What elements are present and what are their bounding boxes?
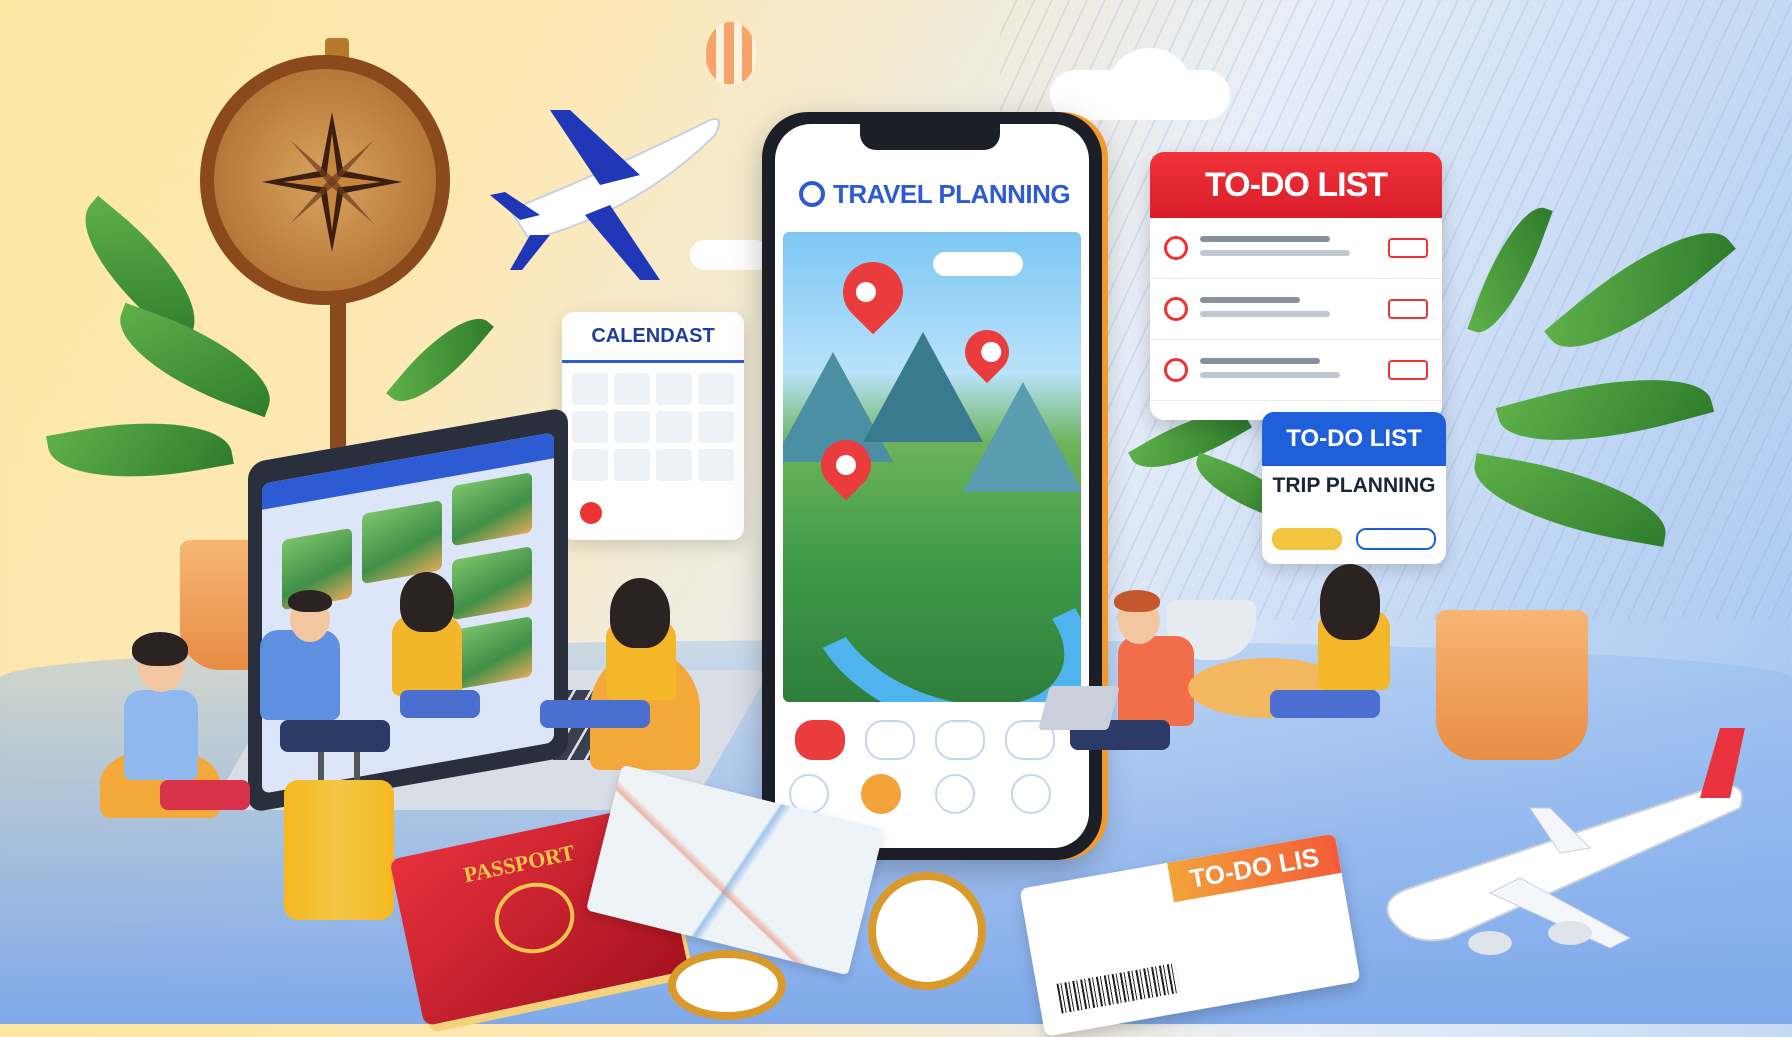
person-torso (1118, 636, 1194, 726)
cloud (1110, 48, 1190, 118)
airplane-icon (1386, 728, 1745, 955)
laptop-icon (1038, 686, 1120, 730)
cloud (933, 252, 1023, 276)
calendar-card[interactable]: CALENDAST (562, 312, 744, 540)
todo-text (1200, 297, 1300, 303)
map-pin-icon[interactable] (830, 249, 916, 335)
nav-icon-2[interactable] (861, 774, 901, 814)
person-hair (1320, 564, 1380, 640)
mountain (963, 382, 1081, 492)
calendar-day[interactable] (656, 449, 692, 481)
calendar-title: CALENDAST (562, 312, 744, 363)
person-hair (400, 572, 454, 632)
calendar-day[interactable] (572, 411, 608, 443)
person-legs (400, 690, 480, 718)
person-legs (160, 780, 250, 810)
calendar-day[interactable] (656, 373, 692, 405)
todo-text (1200, 250, 1350, 256)
suitcase-icon (284, 780, 394, 920)
calendar-day[interactable] (698, 373, 734, 405)
todo-item[interactable] (1150, 279, 1442, 340)
phone-screen: TRAVEL PLANNING (775, 124, 1089, 848)
nav-button-tickets[interactable] (865, 720, 915, 760)
nav-icon-4[interactable] (1011, 774, 1051, 814)
todo-title: TO-DO LIST (1150, 152, 1442, 218)
todo-tag[interactable] (1388, 238, 1428, 258)
todo-item[interactable] (1150, 218, 1442, 279)
nav-button-search[interactable] (935, 720, 985, 760)
person-hair (132, 632, 188, 666)
plant-leaf (46, 404, 234, 496)
person-hair (1114, 590, 1160, 612)
trip-card-subtitle: TRIP PLANNING (1272, 474, 1436, 497)
todo-tag[interactable] (1388, 360, 1428, 380)
calendar-day[interactable] (698, 449, 734, 481)
person-torso (124, 690, 198, 780)
calendar-day[interactable] (572, 449, 608, 481)
todo-text (1200, 372, 1340, 378)
search-icon[interactable] (799, 181, 825, 207)
map-view[interactable] (783, 232, 1081, 702)
photo-thumbnail[interactable] (452, 616, 532, 691)
airplane-icon (490, 110, 720, 280)
trip-action-button[interactable] (1272, 528, 1342, 550)
photo-thumbnail[interactable] (452, 546, 532, 621)
compass-star-icon (262, 112, 402, 252)
todo-tag[interactable] (1388, 299, 1428, 319)
person-hair (288, 590, 332, 612)
calendar-day[interactable] (614, 373, 650, 405)
passport-seal (488, 875, 581, 961)
app-title: TRAVEL PLANNING (833, 178, 1071, 209)
river (783, 487, 1081, 702)
checkbox-icon[interactable] (1164, 297, 1188, 321)
nav-icon-3[interactable] (935, 774, 975, 814)
calendar-day[interactable] (614, 449, 650, 481)
todo-card[interactable]: TO-DO LIST (1150, 152, 1442, 420)
barcode-icon (1056, 963, 1180, 1014)
todo-text (1200, 311, 1330, 317)
checkbox-icon[interactable] (1164, 358, 1188, 382)
todo-item[interactable] (1150, 340, 1442, 401)
calendar-marker-icon (580, 502, 602, 524)
phone-notch (860, 124, 1000, 150)
passport-label: PASSPORT (461, 839, 577, 888)
calendar-grid (562, 363, 744, 491)
phone-header: TRAVEL PLANNING (775, 164, 1089, 224)
calendar-day[interactable] (656, 411, 692, 443)
person-legs (540, 700, 650, 728)
trip-card-title: TO-DO LIST (1262, 412, 1446, 466)
plant-leaf (386, 301, 494, 419)
compass-icon (668, 950, 786, 1020)
todo-text (1200, 358, 1320, 364)
balloon-icon (706, 22, 756, 84)
person-legs (1270, 690, 1380, 718)
todo-text (1200, 236, 1330, 242)
plant-leaf (104, 302, 286, 418)
compass-icon (868, 872, 986, 990)
checkbox-icon[interactable] (1164, 236, 1188, 260)
trip-card[interactable]: TO-DO LIST TRIP PLANNING (1262, 412, 1446, 564)
person-legs (280, 720, 390, 752)
calendar-day[interactable] (572, 373, 608, 405)
nav-button-location[interactable] (795, 720, 845, 760)
photo-thumbnail[interactable] (452, 472, 532, 547)
trip-secondary-button[interactable] (1356, 528, 1436, 550)
calendar-day[interactable] (614, 411, 650, 443)
person-hair (610, 578, 670, 648)
person-torso (260, 630, 340, 720)
calendar-day[interactable] (698, 411, 734, 443)
